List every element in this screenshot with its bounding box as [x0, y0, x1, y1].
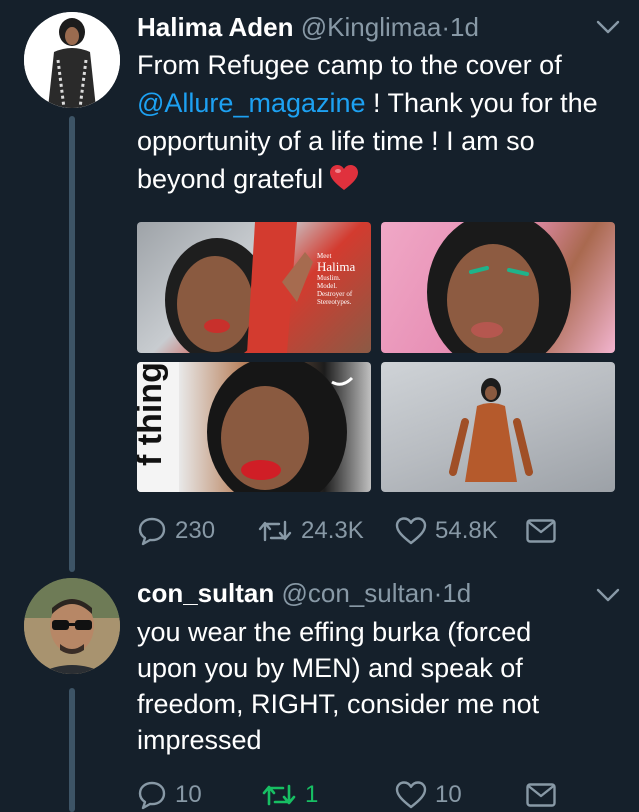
- avatar-image: [24, 12, 120, 108]
- media-grid: Meet Halima Muslim. Model. Destroyer of …: [137, 222, 615, 492]
- direct-message-button[interactable]: [525, 778, 565, 812]
- heart-emoji-icon: [329, 164, 359, 202]
- tweet[interactable]: Halima Aden @Kinglimaa·1d From Refugee c…: [0, 0, 639, 572]
- cover-text: Meet Halima Muslim. Model. Destroyer of …: [317, 252, 369, 306]
- retweet-count: 1: [305, 781, 319, 808]
- tweet-text: you wear the effing burka (forced upon y…: [137, 617, 540, 755]
- cover-line: Model.: [317, 282, 338, 290]
- tweet[interactable]: con_sultan @con_sultan·1d you wear the e…: [0, 570, 639, 812]
- heart-icon: [395, 781, 427, 809]
- photo-figure-illustration: [449, 378, 533, 482]
- cover-name: Halima: [317, 259, 356, 274]
- retweet-count: 24.3K: [301, 517, 364, 544]
- thread-line: [69, 688, 75, 812]
- tweet-text: From Refugee camp to the cover of @Allur…: [137, 46, 617, 202]
- reply-icon: [138, 781, 166, 810]
- timestamp[interactable]: 1d: [450, 12, 479, 42]
- avatar[interactable]: [24, 578, 120, 674]
- avatar-image: [24, 578, 120, 674]
- like-count: 54.8K: [435, 517, 498, 544]
- mention-link[interactable]: @Allure_magazine: [137, 88, 366, 118]
- photo-full-body[interactable]: [381, 362, 615, 492]
- timestamp[interactable]: 1d: [442, 578, 471, 608]
- envelope-icon: [526, 519, 556, 543]
- photo-red-lips[interactable]: f things: [137, 362, 371, 492]
- tweet-header: Halima Aden @Kinglimaa·1d: [137, 10, 479, 44]
- photo-magazine-cover[interactable]: Meet Halima Muslim. Model. Destroyer of …: [137, 222, 371, 353]
- reply-icon: [138, 517, 166, 546]
- direct-message-button[interactable]: [525, 514, 565, 548]
- user-handle[interactable]: @Kinglimaa: [301, 12, 442, 42]
- reply-button[interactable]: 10: [137, 778, 202, 812]
- reply-count: 10: [175, 781, 202, 808]
- retweet-button[interactable]: 1: [261, 778, 318, 812]
- thread-line: [69, 116, 75, 572]
- like-button[interactable]: 10: [395, 778, 462, 812]
- chevron-down-icon[interactable]: [595, 586, 621, 604]
- photo-face-illustration: [427, 222, 571, 353]
- heart-icon: [395, 517, 427, 545]
- separator-dot: ·: [433, 578, 443, 608]
- retweet-icon: [258, 520, 292, 542]
- tweet-actions: 230 24.3K 54.8K: [137, 514, 617, 548]
- reply-button[interactable]: 230: [137, 514, 215, 548]
- retweet-button[interactable]: 24.3K: [257, 514, 364, 548]
- like-button[interactable]: 54.8K: [395, 514, 498, 548]
- photo-pink-hood[interactable]: [381, 222, 615, 353]
- tweet-text-part: From Refugee camp to the cover of: [137, 50, 562, 80]
- chevron-down-icon[interactable]: [595, 18, 621, 36]
- avatar[interactable]: [24, 12, 120, 108]
- cover-line: Muslim.: [317, 274, 341, 282]
- things-text: f things: [137, 362, 169, 466]
- envelope-icon: [526, 783, 556, 807]
- retweet-icon: [262, 784, 296, 806]
- reply-count: 230: [175, 517, 216, 544]
- like-count: 10: [435, 781, 462, 808]
- separator-dot: ·: [441, 12, 450, 42]
- photo-face-illustration: [137, 362, 354, 492]
- tweet-header: con_sultan @con_sultan·1d: [137, 576, 471, 610]
- display-name[interactable]: con_sultan: [137, 578, 274, 608]
- cover-line: Destroyer of: [317, 290, 353, 298]
- display-name[interactable]: Halima Aden: [137, 12, 294, 42]
- timeline: Halima Aden @Kinglimaa·1d From Refugee c…: [0, 0, 639, 812]
- tweet-actions: 10 1 10: [137, 778, 617, 812]
- cover-line: Stereotypes.: [317, 298, 352, 306]
- user-handle[interactable]: @con_sultan: [281, 578, 433, 608]
